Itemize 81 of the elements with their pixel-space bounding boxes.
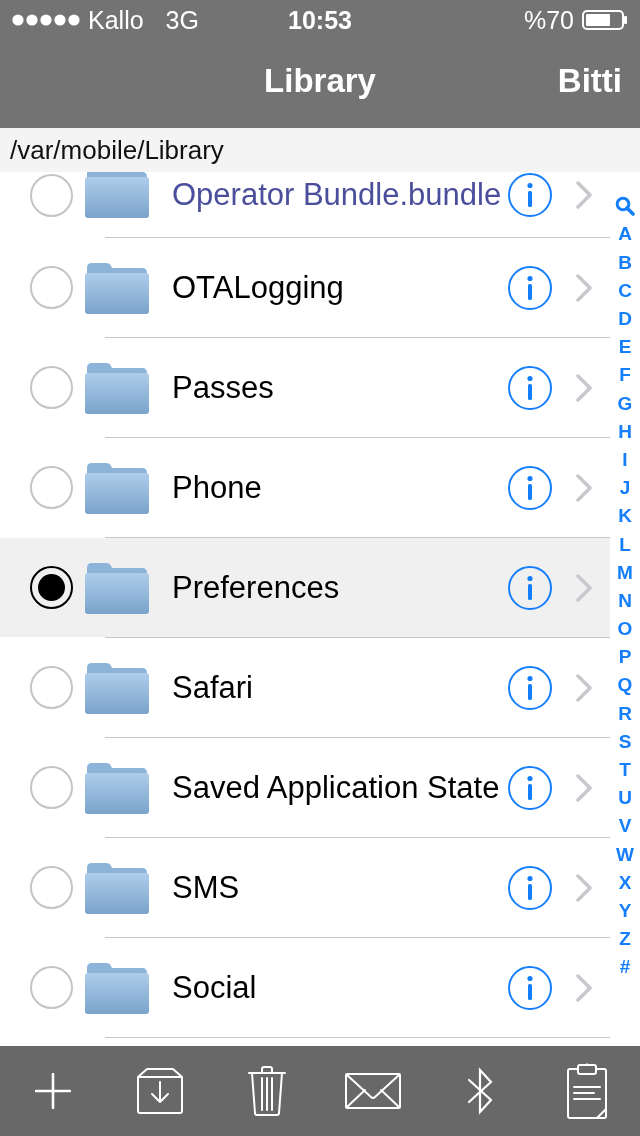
- index-letter[interactable]: T: [619, 756, 631, 785]
- index-letter[interactable]: U: [618, 784, 632, 813]
- folder-name: OTALogging: [172, 268, 345, 307]
- folder-icon: [85, 461, 149, 514]
- search-icon[interactable]: [615, 196, 635, 217]
- info-icon[interactable]: [508, 565, 552, 610]
- info-icon[interactable]: [508, 665, 552, 710]
- info-icon[interactable]: [508, 465, 552, 510]
- nav-title: Library: [264, 61, 376, 101]
- chevron-icon: [576, 673, 592, 702]
- battery-percent: %70: [523, 5, 574, 35]
- index-letter[interactable]: C: [618, 276, 632, 306]
- file-row[interactable]: Preferences: [0, 538, 610, 637]
- index-letter[interactable]: A: [618, 220, 632, 249]
- index-letter[interactable]: G: [617, 389, 633, 418]
- index-letter[interactable]: O: [617, 615, 633, 644]
- folder-icon: [85, 861, 149, 914]
- chevron-icon: [576, 473, 592, 502]
- index-letter[interactable]: P: [618, 643, 632, 672]
- folder-name: Safari: [172, 668, 254, 707]
- index-letter[interactable]: E: [618, 333, 632, 362]
- network-type: 3G: [165, 5, 199, 35]
- index-letter[interactable]: Y: [618, 896, 632, 926]
- chevron-icon: [576, 873, 592, 902]
- folder-icon: [85, 172, 149, 218]
- index-letter[interactable]: Q: [617, 671, 633, 700]
- index-letter[interactable]: Z: [619, 925, 631, 954]
- chevron-icon: [576, 373, 592, 402]
- folder-icon: [85, 661, 149, 714]
- folder-name: Phone: [172, 468, 263, 507]
- info-icon[interactable]: [508, 265, 552, 310]
- folder-name: Saved Application State: [172, 768, 501, 807]
- battery-icon: [582, 10, 628, 30]
- bluetooth-icon[interactable]: [467, 1066, 493, 1116]
- index-letter[interactable]: N: [618, 586, 632, 616]
- clipboard-icon[interactable]: [566, 1063, 607, 1119]
- trash-icon[interactable]: [247, 1066, 286, 1116]
- folder-name: Social: [172, 968, 258, 1007]
- chevron-icon: [576, 573, 592, 602]
- info-icon[interactable]: [508, 173, 552, 217]
- folder-name: Passes: [172, 368, 275, 407]
- signal-dots-icon: [12, 14, 80, 26]
- info-icon[interactable]: [508, 365, 552, 410]
- folder-icon: [85, 261, 149, 314]
- folder-icon: [85, 961, 149, 1014]
- chevron-icon: [576, 973, 592, 1002]
- folder-icon: [85, 561, 149, 614]
- index-letter[interactable]: J: [619, 474, 631, 503]
- radio-button[interactable]: [30, 566, 73, 609]
- info-icon[interactable]: [508, 765, 552, 810]
- index-letter[interactable]: K: [618, 502, 632, 531]
- folder-name: Preferences: [172, 568, 341, 607]
- index-letter[interactable]: H: [618, 417, 632, 446]
- index-letter[interactable]: D: [618, 305, 632, 334]
- index-letter[interactable]: W: [616, 840, 634, 869]
- folder-name: Operator Bundle.bundle: [172, 176, 503, 214]
- chevron-icon: [576, 273, 592, 302]
- folder-icon: [85, 361, 149, 414]
- chevron-icon: [576, 181, 592, 209]
- plus-icon[interactable]: [35, 1073, 72, 1109]
- info-icon[interactable]: [508, 865, 552, 910]
- clock-time: 10:53: [288, 5, 352, 35]
- chevron-icon: [576, 773, 592, 802]
- carrier-name: Kallo: [88, 5, 144, 35]
- envelope-icon[interactable]: [345, 1073, 402, 1109]
- index-letter[interactable]: #: [619, 953, 631, 982]
- index-letter[interactable]: B: [618, 248, 632, 277]
- index-letter[interactable]: L: [619, 530, 631, 559]
- index-letter[interactable]: I: [622, 445, 628, 475]
- done-button[interactable]: Bitti: [557, 61, 622, 101]
- path-text: /var/mobile/Library: [10, 135, 224, 165]
- folder-name: SMS: [172, 868, 241, 907]
- index-letter[interactable]: S: [618, 727, 632, 757]
- index-letter[interactable]: M: [617, 558, 633, 587]
- folder-icon: [85, 761, 149, 814]
- info-icon[interactable]: [508, 965, 552, 1010]
- index-letter[interactable]: V: [618, 812, 632, 841]
- index-letter[interactable]: F: [619, 361, 631, 390]
- index-letter[interactable]: X: [618, 868, 632, 897]
- index-letter[interactable]: R: [618, 699, 632, 728]
- download-box-icon[interactable]: [137, 1068, 183, 1114]
